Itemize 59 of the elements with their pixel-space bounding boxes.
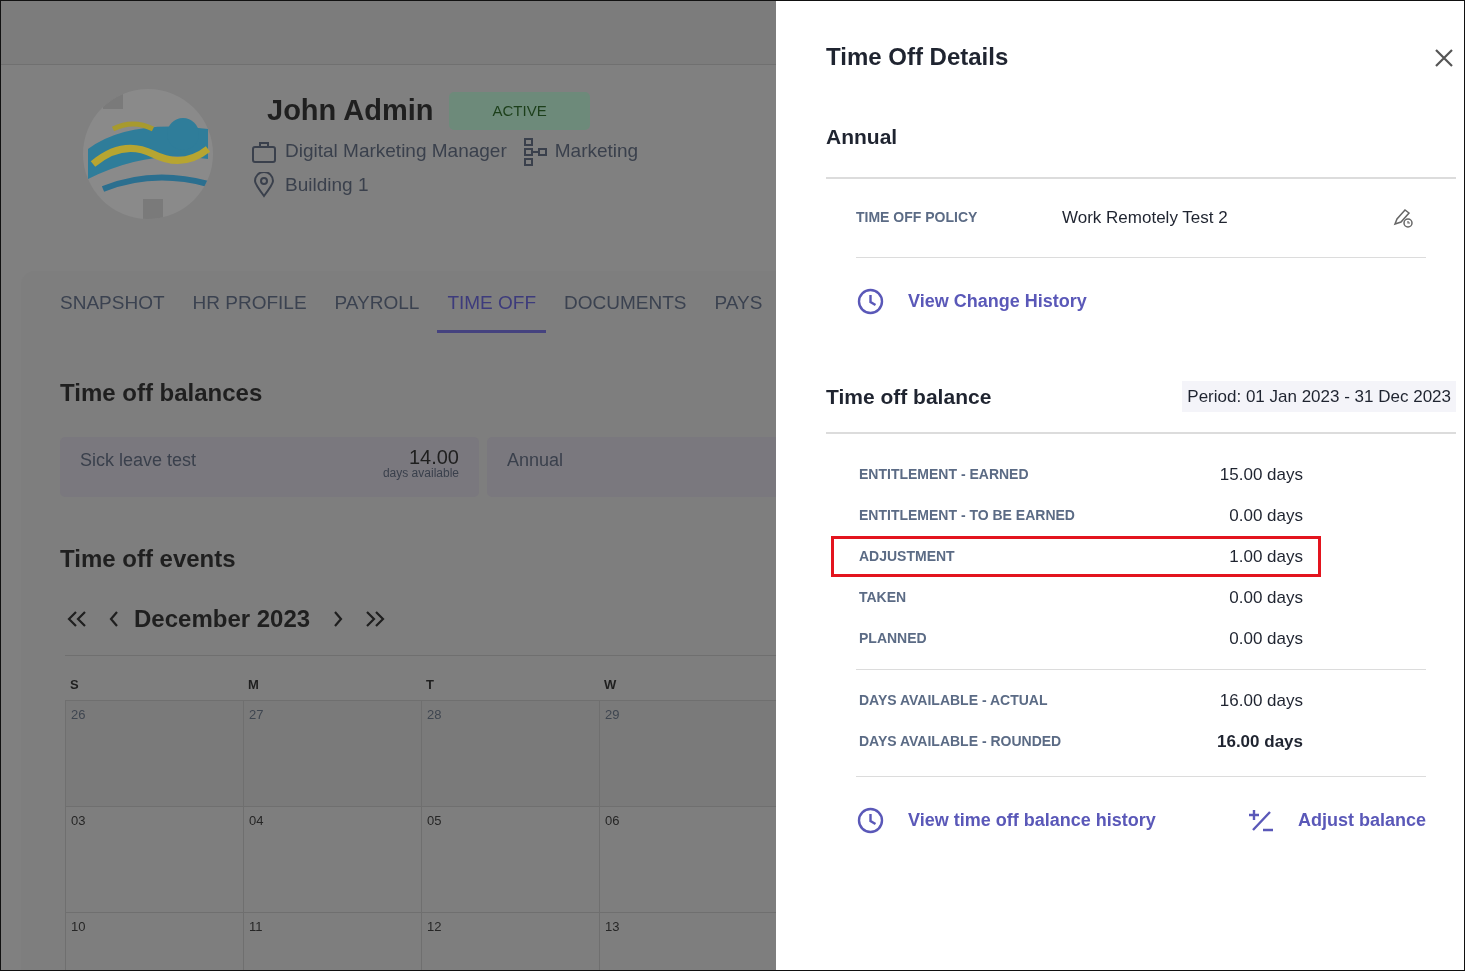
- calendar-day-cell[interactable]: 28: [421, 700, 599, 806]
- calendar-day-cell[interactable]: 04: [243, 806, 421, 912]
- section-heading: Time off balances: [60, 377, 264, 408]
- balance-amount: 0.00 days: [1229, 504, 1304, 527]
- employee-name: John Admin: [267, 93, 434, 128]
- balance-label: ENTITLEMENT - EARNED: [859, 465, 1029, 484]
- calendar-day-cell[interactable]: 29: [599, 700, 776, 806]
- balance-history-link[interactable]: View time off balance history: [908, 807, 1156, 834]
- calendar-day-cell[interactable]: 10: [65, 912, 243, 970]
- balance-label: PLANNED: [859, 629, 927, 648]
- balance-amount: 16.00 days: [1217, 730, 1304, 753]
- location-pin-icon: [251, 171, 277, 198]
- balance-label: DAYS AVAILABLE - ACTUAL: [859, 691, 1048, 710]
- department: Marketing: [554, 139, 639, 164]
- balance-amount: 0.00 days: [1229, 586, 1304, 609]
- view-change-history-link[interactable]: View Change History: [908, 287, 1087, 315]
- adjust-balance-link[interactable]: Adjust balance: [1297, 807, 1426, 834]
- calendar-day-cell[interactable]: 05: [421, 806, 599, 912]
- status-badge: ACTIVE: [449, 91, 590, 130]
- balance-label: ENTITLEMENT - TO BE EARNED: [859, 506, 1075, 525]
- calendar-day-cell[interactable]: 03: [65, 806, 243, 912]
- calendar-day-cell[interactable]: 26: [65, 700, 243, 806]
- balance-amount: 16.00 days: [1219, 689, 1304, 712]
- org-chart-icon: [522, 136, 547, 167]
- policy-type: Annual: [826, 124, 899, 150]
- section-heading: Time off balance: [826, 383, 992, 410]
- tab[interactable]: DOCUMENTS: [554, 271, 697, 333]
- briefcase-icon: [251, 139, 277, 164]
- balance-value: 14.00: [407, 446, 459, 467]
- field-label: TIME OFF POLICY: [856, 208, 979, 227]
- tab[interactable]: TIME OFF: [437, 271, 547, 333]
- period-label: Period: 01 Jan 2023 - 31 Dec 2023: [1182, 380, 1456, 412]
- clock-icon: [857, 287, 884, 315]
- balance-amount: 15.00 days: [1219, 463, 1304, 486]
- balance-amount: 1.00 days: [1229, 545, 1304, 568]
- field-value: Work Remotely Test 2: [1062, 206, 1228, 229]
- calendar-day-cell[interactable]: 27: [243, 700, 421, 806]
- balance-label: DAYS AVAILABLE - ROUNDED: [859, 732, 1062, 751]
- balance-card[interactable]: Sick leave test 14.00 days available: [60, 436, 479, 497]
- job-title: Digital Marketing Manager: [285, 139, 507, 164]
- balance-name: Annual: [507, 448, 564, 472]
- month-label: December 2023: [134, 603, 311, 634]
- tab[interactable]: HR PROFILE: [182, 271, 317, 333]
- tab[interactable]: PAYS: [704, 271, 773, 333]
- section-heading: Time off events: [60, 543, 237, 574]
- balance-label: ADJUSTMENT: [859, 547, 955, 566]
- balance-label: TAKEN: [859, 588, 907, 607]
- drawer-title: Time Off Details: [826, 42, 1009, 72]
- balance-name: Sick leave test: [80, 448, 197, 472]
- location: Building 1: [285, 172, 369, 197]
- calendar-day-cell[interactable]: 12: [421, 912, 599, 970]
- clock-icon: [857, 807, 884, 834]
- tab[interactable]: PAYROLL: [324, 271, 430, 333]
- balance-card[interactable]: Annual: [487, 436, 776, 497]
- balance-unit: days available: [382, 466, 459, 479]
- balance-amount: 0.00 days: [1229, 627, 1304, 650]
- tab[interactable]: SNAPSHOT: [50, 271, 175, 333]
- plus-minus-icon: [1247, 808, 1274, 833]
- calendar-day-cell[interactable]: 11: [243, 912, 421, 970]
